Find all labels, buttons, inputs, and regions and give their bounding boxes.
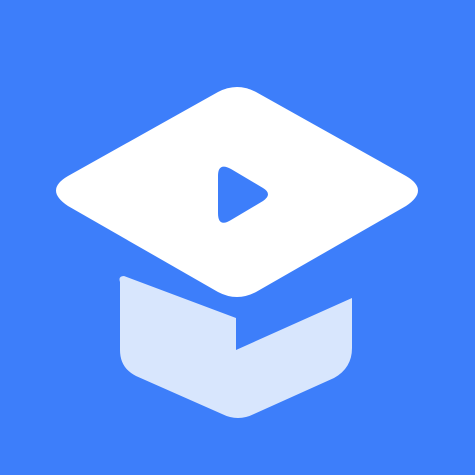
graduation-cap-play-icon: [0, 0, 475, 475]
app-icon: [0, 0, 475, 475]
